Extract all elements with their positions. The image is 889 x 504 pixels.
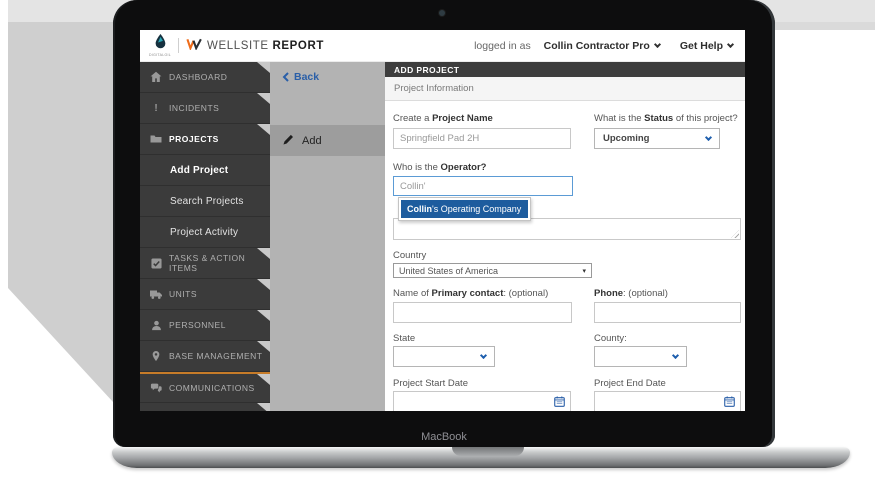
folder-icon: [150, 133, 162, 145]
chevron-down-icon: [480, 351, 487, 358]
sidebar-item-tasks-action-items[interactable]: TASKS & ACTION ITEMS: [140, 248, 270, 279]
sidebar-item-personnel[interactable]: PERSONNEL: [140, 310, 270, 341]
operator-input[interactable]: [393, 176, 573, 196]
primary-contact-label: Name of Primary contact: (optional): [393, 288, 548, 299]
webcam-icon: [439, 10, 445, 16]
person-icon: [150, 319, 162, 331]
section-title: Project Information: [385, 77, 745, 101]
subnav-panel: Back Add: [270, 62, 385, 411]
operator-label: Who is the Operator?: [393, 162, 486, 173]
operator-notes-textarea[interactable]: [393, 218, 741, 240]
get-help-menu[interactable]: Get Help: [680, 40, 733, 52]
map-pin-icon: [150, 350, 162, 362]
state-label: State: [393, 333, 415, 344]
add-button[interactable]: Add: [270, 125, 385, 156]
chevron-left-icon: [282, 72, 290, 82]
end-date-label: Project End Date: [594, 378, 666, 389]
wellsite-w-logo-icon: [186, 37, 202, 55]
sidebar-item-incidents[interactable]: ! INCIDENTS: [140, 93, 270, 124]
project-name-label: Create a Project Name: [393, 113, 493, 124]
app-title: WELLSITE REPORT: [207, 40, 324, 52]
start-date-label: Project Start Date: [393, 378, 468, 389]
sidebar-item-partial[interactable]: [140, 403, 270, 411]
phone-input[interactable]: [594, 302, 741, 323]
logged-in-label: logged in as: [474, 40, 531, 52]
company-logo: DIGITALOIL: [149, 34, 171, 58]
status-label: What is the Status of this project?: [594, 113, 738, 124]
user-name: Collin Contractor Pro: [544, 40, 650, 52]
user-menu[interactable]: logged in as Collin Contractor Pro: [474, 40, 660, 52]
get-help-label: Get Help: [680, 40, 723, 52]
device-brand-label: MacBook: [113, 431, 775, 443]
laptop-base-notch: [452, 447, 524, 456]
app-top-bar: DIGITALOIL WELLSITE REPORT logged in as …: [140, 30, 745, 62]
sidebar-item-base-management[interactable]: BASE MANAGEMENT: [140, 341, 270, 372]
pencil-icon: [283, 132, 294, 150]
corner-fold-icon: [257, 124, 270, 135]
background-shadow-step: [775, 22, 875, 30]
main-content: ADD PROJECT Project Information Create a…: [385, 62, 745, 411]
corner-fold-icon: [257, 310, 270, 321]
corner-fold-icon: [257, 279, 270, 290]
corner-fold-icon: [257, 403, 270, 411]
logo-subtext: DIGITALOIL: [149, 54, 171, 58]
primary-contact-input[interactable]: [393, 302, 572, 323]
sidebar-item-units[interactable]: UNITS: [140, 279, 270, 310]
calendar-icon[interactable]: [724, 396, 735, 407]
corner-fold-icon: [257, 374, 270, 385]
sidebar-item-project-activity[interactable]: Project Activity: [140, 217, 270, 248]
end-date-input[interactable]: [594, 391, 741, 411]
background-shadow-left: [8, 22, 113, 402]
truck-icon: [150, 288, 162, 300]
sidebar-item-search-projects[interactable]: Search Projects: [140, 186, 270, 217]
app-screen: DIGITALOIL WELLSITE REPORT logged in as …: [140, 30, 745, 411]
corner-fold-icon: [257, 341, 270, 352]
chevron-down-icon: [705, 133, 712, 140]
country-label: Country: [393, 250, 426, 261]
county-label: County:: [594, 333, 627, 344]
state-select[interactable]: [393, 346, 495, 367]
phone-label: Phone: (optional): [594, 288, 668, 299]
corner-fold-icon: [257, 248, 270, 259]
select-arrow-icon: ▾: [582, 267, 586, 275]
corner-fold-icon: [257, 93, 270, 104]
corner-fold-icon: [257, 62, 270, 73]
macbook-mockup: DIGITALOIL WELLSITE REPORT logged in as …: [0, 0, 889, 504]
sidebar-nav: DASHBOARD ! INCIDENTS PROJECTS Add Proje…: [140, 62, 270, 411]
sidebar-item-add-project[interactable]: Add Project: [140, 155, 270, 186]
page-title: ADD PROJECT: [385, 62, 745, 77]
brand-divider: [178, 38, 179, 53]
exclamation-icon: !: [150, 102, 162, 114]
autocomplete-option[interactable]: Collin's Operating Company: [401, 200, 528, 218]
county-select[interactable]: [594, 346, 687, 367]
brand-area: DIGITALOIL WELLSITE REPORT: [140, 34, 324, 58]
chevron-down-icon: [727, 40, 734, 47]
chevron-down-icon: [672, 351, 679, 358]
home-icon: [150, 71, 162, 83]
autocomplete-dropdown: Collin's Operating Company: [398, 197, 531, 221]
chat-icon: [150, 382, 162, 394]
sidebar-item-communications[interactable]: COMMUNICATIONS: [140, 372, 270, 403]
calendar-icon[interactable]: [554, 396, 565, 407]
status-select[interactable]: Upcoming: [594, 128, 720, 149]
chevron-down-icon: [654, 40, 661, 47]
back-button[interactable]: Back: [282, 71, 319, 83]
start-date-input[interactable]: [393, 391, 571, 411]
project-name-input[interactable]: [393, 128, 571, 149]
country-select[interactable]: United States of America ▾: [393, 263, 592, 278]
checkbox-icon: [150, 257, 162, 269]
resize-grip-icon[interactable]: [731, 230, 739, 238]
droplet-logo-icon: [154, 34, 167, 53]
sidebar-item-projects[interactable]: PROJECTS: [140, 124, 270, 155]
sidebar-item-dashboard[interactable]: DASHBOARD: [140, 62, 270, 93]
